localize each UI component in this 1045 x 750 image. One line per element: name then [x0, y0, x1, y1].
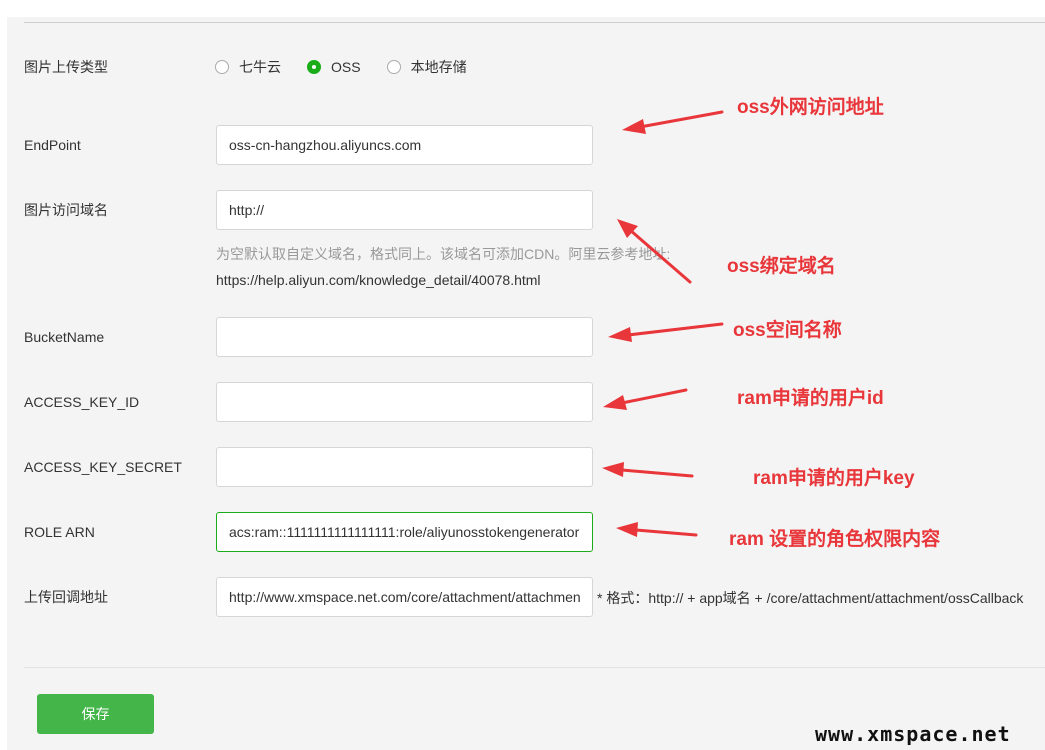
top-strip: [0, 0, 1045, 17]
annotation-domain: oss绑定域名: [727, 256, 836, 277]
radio-local[interactable]: 本地存储: [386, 57, 467, 77]
callback-label: 上传回调地址: [24, 589, 108, 605]
access-key-id-input[interactable]: [216, 382, 593, 422]
watermark: www.xmspace.net: [815, 722, 1011, 746]
endpoint-input[interactable]: [216, 125, 593, 165]
annotation-bucket: oss空间名称: [733, 320, 842, 341]
domain-help-text: 为空默认取自定义域名，格式同上。该域名可添加CDN。阿里云参考地址:: [216, 246, 671, 262]
domain-help-link[interactable]: https://help.aliyun.com/knowledge_detail…: [216, 271, 541, 289]
annotation-role-arn: ram 设置的角色权限内容: [729, 529, 941, 550]
bucket-input[interactable]: [216, 317, 593, 357]
domain-label: 图片访问域名: [24, 202, 108, 218]
radio-local-circle[interactable]: [386, 60, 401, 74]
save-button[interactable]: 保存: [37, 694, 154, 734]
bottom-divider: [24, 667, 1045, 668]
callback-input[interactable]: [216, 577, 593, 617]
annotation-endpoint: oss外网访问地址: [737, 97, 884, 118]
role-arn-label: ROLE ARN: [24, 524, 95, 540]
radio-oss-label: OSS: [331, 59, 361, 75]
upload-type-radio-group: 七牛云 OSS 本地存储: [215, 57, 493, 77]
endpoint-label: EndPoint: [24, 137, 81, 153]
radio-qiniu[interactable]: 七牛云: [215, 57, 281, 77]
annotation-access-key-id: ram申请的用户id: [737, 388, 884, 409]
radio-oss[interactable]: OSS: [307, 59, 361, 75]
access-key-secret-input[interactable]: [216, 447, 593, 487]
bucket-label: BucketName: [24, 329, 105, 345]
radio-qiniu-label: 七牛云: [239, 59, 281, 75]
radio-qiniu-circle[interactable]: [215, 60, 229, 74]
top-divider: [24, 22, 1045, 23]
domain-input[interactable]: [216, 190, 593, 230]
callback-format-hint: * 格式：http:// + app域名 + /core/attachment/…: [597, 590, 1024, 606]
radio-local-label: 本地存储: [410, 59, 467, 75]
access-key-id-label: ACCESS_KEY_ID: [24, 394, 140, 410]
radio-oss-circle[interactable]: [307, 60, 321, 74]
access-key-secret-label: ACCESS_KEY_SECRET: [24, 459, 182, 475]
role-arn-input[interactable]: [216, 512, 593, 552]
upload-type-label: 图片上传类型: [24, 59, 108, 75]
annotation-access-key-secret: ram申请的用户key: [753, 468, 915, 489]
